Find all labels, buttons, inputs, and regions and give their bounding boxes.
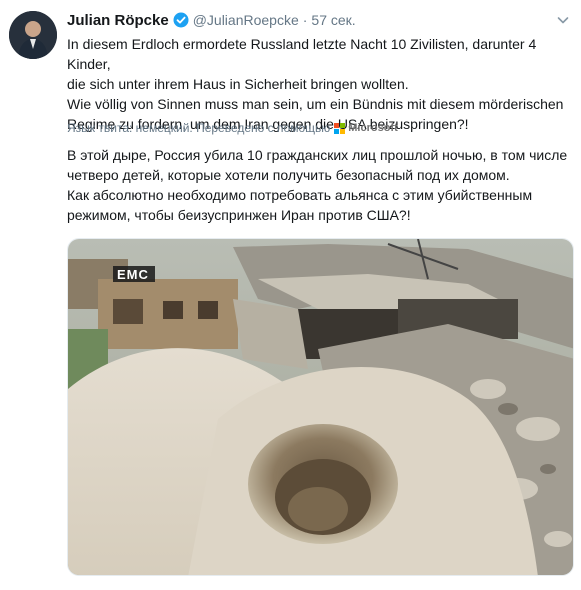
tweet-text-line: Wie völlig von Sinnen muss man sein, um … xyxy=(67,96,564,112)
chevron-down-icon[interactable] xyxy=(555,12,571,28)
tweet-text-original: In diesem Erdloch ermordete Russland let… xyxy=(67,34,577,134)
tweet-text-line: режимом, чтобы беизуспринжен Иран против… xyxy=(67,207,411,223)
tweet-text-translated: В этой дыре, Россия убила 10 гражданских… xyxy=(67,145,577,225)
translation-label: Язык твита: немецкий. Переведено с помощ… xyxy=(67,121,331,135)
avatar[interactable] xyxy=(9,11,57,59)
author-name[interactable]: Julian Röpcke xyxy=(67,12,169,29)
tweet-text-line: In diesem Erdloch ermordete Russland let… xyxy=(67,36,537,72)
tweet-text-line: die sich unter ihrem Haus in Sicherheit … xyxy=(67,76,409,92)
translation-provider: Microsoft xyxy=(348,122,398,134)
tweet-text-line: Как абсолютно необходимо потребовать аль… xyxy=(67,187,533,203)
media-watermark: EMC xyxy=(117,267,149,282)
author-handle[interactable]: @JulianRoepcke xyxy=(193,12,299,28)
tweet-header: Julian Röpcke @JulianRoepcke · 57 сек. xyxy=(67,10,571,30)
microsoft-logo-icon[interactable]: Microsoft xyxy=(334,122,398,134)
tweet-photo[interactable]: EMC xyxy=(67,238,574,576)
microsoft-squares-icon xyxy=(334,122,346,134)
timestamp[interactable]: 57 сек. xyxy=(311,12,355,28)
translation-attribution: Язык твита: немецкий. Переведено с помощ… xyxy=(67,121,398,135)
tweet-text-line: В этой дыре, Россия убила 10 гражданских… xyxy=(67,147,568,163)
tweet: Julian Röpcke @JulianRoepcke · 57 сек. I… xyxy=(0,0,581,590)
tweet-text-line: четверо детей, которые хотели получить б… xyxy=(67,167,510,183)
separator-dot: · xyxy=(302,12,308,28)
verified-badge-icon xyxy=(173,12,189,28)
